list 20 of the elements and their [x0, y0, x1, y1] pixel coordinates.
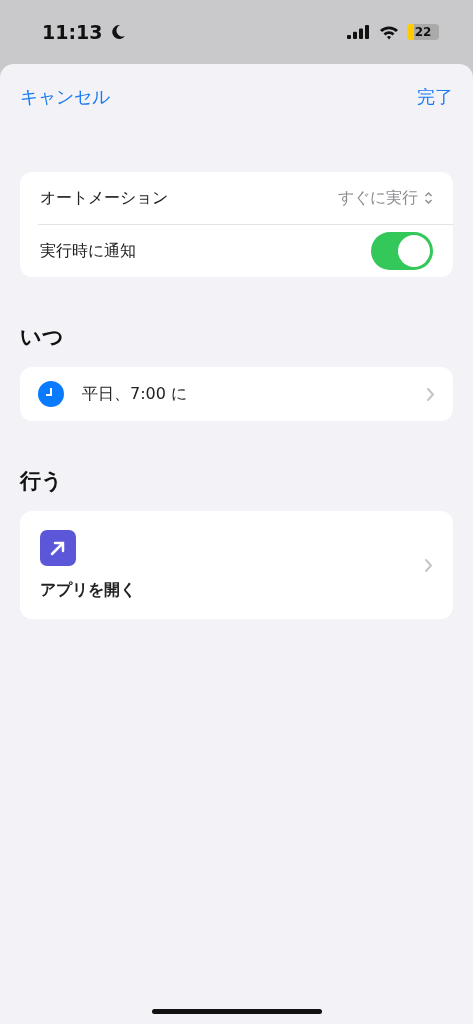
setting-label: 実行時に通知 — [40, 240, 136, 262]
setting-label: オートメーション — [40, 187, 168, 209]
trigger-row[interactable]: 平日、7:00 に — [20, 367, 453, 421]
action-row[interactable]: アプリを開く — [20, 511, 453, 619]
chevron-icon — [426, 386, 435, 402]
cancel-button[interactable]: キャンセル — [20, 85, 110, 109]
wifi-icon — [379, 24, 399, 40]
status-time: 11:13 — [42, 21, 103, 43]
clock-icon — [38, 381, 64, 407]
notify-toggle[interactable] — [371, 232, 433, 270]
chevron-icon — [424, 557, 433, 573]
moon-icon — [110, 24, 127, 40]
battery-level: 22 — [414, 25, 432, 39]
section-header: 行う — [20, 468, 64, 495]
section-header: いつ — [20, 324, 65, 351]
arrow-app-icon — [40, 529, 76, 566]
done-button[interactable]: 完了 — [417, 85, 453, 109]
signal-icon — [347, 25, 371, 39]
up-down-chevron-icon — [424, 191, 433, 205]
automation-picker[interactable]: すぐに実行 — [338, 187, 433, 209]
